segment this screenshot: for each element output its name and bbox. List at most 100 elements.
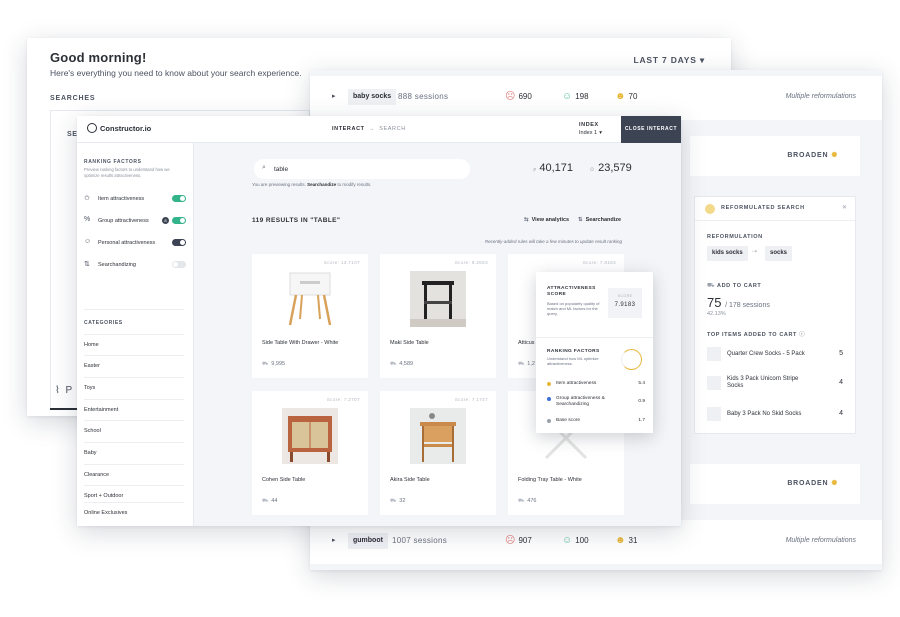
chart-icon: ⌇: [55, 385, 60, 396]
product-count: ⛟ 9,995: [262, 361, 286, 367]
results-count: 119 RESULTS IN "TABLE": [252, 217, 341, 224]
broaden-button[interactable]: BROADEN ✺: [690, 136, 860, 176]
category-item[interactable]: Home: [84, 334, 184, 355]
index-selector[interactable]: INDEX Index 1 ▾: [579, 121, 602, 137]
category-item[interactable]: Easter: [84, 355, 184, 376]
user-icon: ☺: [84, 238, 92, 245]
product-name: Cohen Side Table: [262, 477, 306, 483]
category-item[interactable]: Toys: [84, 377, 184, 398]
product-name: Akira Side Table: [390, 477, 430, 483]
chevron-down-icon: ▾: [599, 130, 602, 136]
product-card[interactable]: Score: 7.1747 Akira Side Table ⛟ 32: [380, 391, 496, 515]
product-count: ⛟ 44: [262, 498, 278, 504]
cart-item-row[interactable]: Quarter Crew Socks - 5 Pack 5: [707, 347, 847, 363]
sessions-count: 1007 sessions: [392, 536, 448, 545]
active-tab-indicator: [50, 408, 80, 410]
search-icon: ⌕: [533, 167, 537, 173]
group-count-badge: 8: [162, 217, 169, 224]
search-input[interactable]: [274, 163, 454, 175]
cart-icon: ⛟: [707, 283, 715, 289]
ranking-factors-description: Understand how ML optimize attractivenes…: [547, 356, 599, 366]
score-value: 7.9183: [614, 302, 636, 308]
date-range-dropdown[interactable]: LAST 7 DAYS ▾: [633, 55, 705, 66]
neutral-face-icon: ☺: [562, 91, 573, 102]
product-count: ⛟ 32: [390, 498, 406, 504]
factor-dot: [547, 397, 551, 401]
product-count: ⛟ 1,2: [518, 361, 535, 367]
lightbulb-icon: ✺: [831, 480, 838, 487]
stat-searches: ⌕ 40,171: [533, 162, 574, 174]
product-card[interactable]: Score: 9.2653 Maki Side Table ⛟ 4,589: [380, 254, 496, 378]
categories-heading: CATEGORIES: [84, 320, 123, 326]
product-card[interactable]: Score: 13.7107 Side Table With Drawer - …: [252, 254, 368, 378]
ranking-factors-heading: RANKING FACTORS: [84, 159, 142, 165]
category-item[interactable]: Online Exclusives: [84, 502, 184, 523]
ranking-factors-description: Preview ranking factors to understand ho…: [84, 167, 170, 178]
happy-face-icon: ☻: [615, 91, 626, 102]
factor-item-attractiveness: ✩ Item attractiveness: [84, 194, 186, 206]
sad-face-icon: ☹: [505, 535, 516, 546]
star-icon: ✩: [84, 195, 90, 202]
happy-metric: ☻ 31: [615, 535, 638, 546]
reformulated-search-panel: REFORMULATED SEARCH ✕ REFORMULATION kids…: [694, 196, 856, 434]
interact-sidebar: RANKING FACTORS Preview ranking factors …: [77, 143, 194, 526]
happy-metric: ☻ 70: [615, 91, 638, 102]
divider: [536, 337, 653, 338]
searches-panel-title: SE: [67, 131, 78, 138]
item-attractiveness-toggle[interactable]: [172, 195, 186, 202]
ranking-update-note: Recently-added rules will take a few min…: [484, 239, 622, 244]
product-image: [410, 408, 466, 464]
searchandizing-toggle[interactable]: [172, 261, 186, 268]
cart-item-row[interactable]: Baby 3 Pack No Skid Socks 4: [707, 407, 847, 423]
cart-icon: ⛟: [518, 498, 525, 504]
reformulation-row[interactable]: ▸ baby socks 888 sessions ☹ 690 ☺ 198 ☻ 70 …: [310, 76, 882, 120]
preview-notice: You are previewing results. Searchandize…: [252, 182, 372, 187]
cart-icon: ⛟: [518, 361, 525, 367]
add-to-cart-label: ADD TO CART: [717, 283, 762, 289]
group-attractiveness-toggle[interactable]: [172, 217, 186, 224]
category-item[interactable]: School: [84, 420, 184, 441]
cart-count: 75 / 178 sessions: [707, 295, 770, 310]
product-image: [282, 408, 338, 464]
interact-topbar: Constructor.io INTERACT → SEARCH INDEX In…: [77, 116, 681, 143]
product-thumbnail: [707, 407, 721, 421]
category-item[interactable]: Baby: [84, 442, 184, 463]
attractiveness-description: Based on popularity quality of match and…: [547, 301, 600, 316]
category-item[interactable]: Entertainment: [84, 399, 184, 420]
interact-main: ⌕ You are previewing results. Searchandi…: [194, 143, 681, 526]
reformulation-label: REFORMULATION: [707, 234, 763, 240]
divider: [84, 309, 184, 310]
greeting-subtitle: Here's everything you need to know about…: [50, 68, 302, 78]
searchandize-link[interactable]: Searchandize: [307, 182, 336, 187]
chevron-right-icon[interactable]: ▸: [332, 92, 336, 100]
neutral-face-icon: ☺: [562, 535, 573, 546]
dashboard-tab[interactable]: ⌇ P: [55, 385, 72, 396]
attractiveness-popover: ATTRACTIVENESS SCORE Based on popularity…: [536, 272, 653, 433]
reformulation-row[interactable]: ▸ gumboot 1007 sessions ☹ 907 ☺ 100 ☻ 31 Mu…: [310, 520, 882, 564]
product-image: [410, 271, 466, 327]
info-icon: ⓘ: [799, 332, 806, 338]
percent-icon: %: [84, 216, 91, 223]
ranking-factors-title: RANKING FACTORS: [547, 349, 600, 354]
broaden-button[interactable]: BROADEN ✺: [690, 464, 860, 504]
close-icon[interactable]: ✕: [842, 204, 847, 211]
personal-attractiveness-toggle[interactable]: [172, 239, 186, 246]
cart-item-row[interactable]: Kids 3 Pack Unicorn Stripe Socks 4: [707, 376, 847, 392]
score-ring-icon: [621, 349, 642, 370]
product-thumbnail: [707, 376, 721, 390]
analytics-icon: ⇆: [524, 217, 529, 223]
search-term-chip: gumboot: [348, 533, 388, 549]
close-interact-button[interactable]: CLOSE INTERACT: [621, 116, 681, 143]
neutral-metric: ☺ 100: [562, 535, 589, 546]
product-name: Maki Side Table: [390, 340, 429, 346]
product-name: Folding Tray Table - White: [518, 477, 582, 483]
lightbulb-icon: [705, 204, 715, 214]
view-analytics-button[interactable]: ⇆ View analytics: [524, 217, 569, 223]
constructor-logo[interactable]: Constructor.io: [87, 123, 151, 133]
sad-face-icon: ☹: [505, 91, 516, 102]
searchandize-button[interactable]: ⇅ Searchandize: [578, 217, 621, 223]
panel-title: REFORMULATED SEARCH: [721, 205, 805, 211]
chevron-right-icon[interactable]: ▸: [332, 536, 336, 544]
product-card[interactable]: Score: 7.2707 Cohen Side Table ⛟ 44: [252, 391, 368, 515]
category-item[interactable]: Clearance: [84, 464, 184, 485]
